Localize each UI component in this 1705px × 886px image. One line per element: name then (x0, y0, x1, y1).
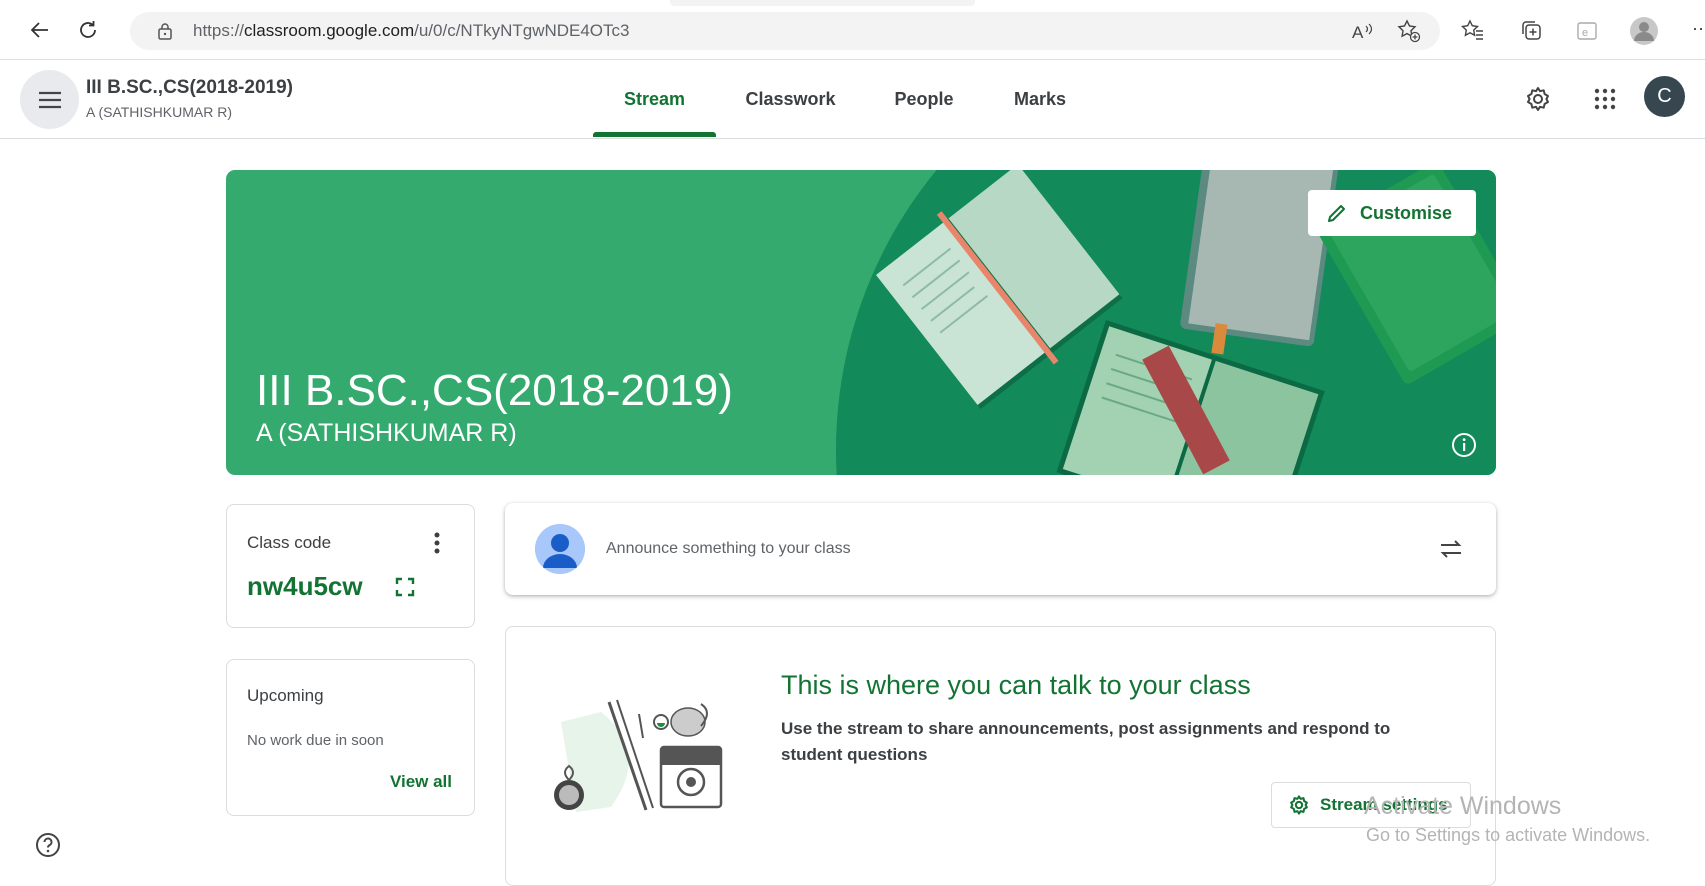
stream-intro-title: This is where you can talk to your class (781, 670, 1251, 700)
activate-windows-title: Activate Windows (1364, 792, 1562, 820)
upcoming-card: Upcoming No work due in soon View all (226, 659, 475, 816)
settings-more-icon[interactable]: ··· (1692, 18, 1705, 39)
back-icon[interactable] (26, 16, 54, 44)
upcoming-note: No work due in soon (247, 732, 384, 749)
stream-intro-description: Use the stream to share announcements, p… (781, 719, 1391, 764)
announce-placeholder[interactable]: Announce something to your class (606, 540, 851, 558)
profile-icon[interactable] (1629, 16, 1659, 46)
info-icon[interactable] (1451, 432, 1477, 458)
class-banner: III B.SC.,CS(2018-2019) A (SATHISHKUMAR … (226, 170, 1496, 475)
tab-people[interactable]: People (880, 60, 968, 139)
add-favorite-icon[interactable] (1396, 18, 1422, 44)
customise-label: Customise (1360, 202, 1453, 223)
active-tab-indicator (593, 132, 716, 137)
class-section: A (SATHISHKUMAR R) (86, 104, 232, 120)
gear-icon (1290, 795, 1308, 815)
view-all-link[interactable]: View all (390, 772, 452, 792)
fullscreen-icon[interactable] (395, 577, 415, 597)
svg-text:e: e (1582, 27, 1588, 39)
help-icon[interactable] (35, 832, 61, 858)
class-code-value: nw4u5cw (247, 571, 363, 601)
favorites-icon[interactable] (1460, 18, 1486, 44)
read-aloud-icon[interactable]: A (1350, 18, 1376, 44)
account-avatar[interactable]: C (1644, 76, 1685, 117)
main-menu-button[interactable] (20, 70, 79, 129)
tab-marks[interactable]: Marks (999, 60, 1081, 139)
more-vert-icon[interactable] (433, 531, 441, 555)
class-code-label: Class code (247, 533, 332, 552)
url-text[interactable]: https://classroom.google.com/u/0/c/NTkyN… (193, 21, 630, 41)
hamburger-icon (38, 91, 61, 108)
repost-icon[interactable] (1438, 536, 1464, 562)
stream-intro-card: This is where you can talk to your class… (505, 626, 1496, 886)
tab-strip-fragment (670, 0, 975, 6)
activate-windows-subtitle: Go to Settings to activate Windows. (1366, 825, 1651, 845)
class-code-card: Class code nw4u5cw (226, 504, 475, 628)
stream-illustration (554, 699, 723, 812)
customise-button[interactable]: Customise (1308, 190, 1476, 236)
google-apps-icon[interactable] (1590, 84, 1620, 114)
pencil-icon (1328, 205, 1345, 222)
browser-essentials-icon[interactable]: e (1574, 18, 1600, 44)
gear-icon[interactable] (1523, 84, 1553, 114)
lock-icon[interactable] (152, 18, 178, 44)
user-avatar (535, 524, 585, 574)
announce-box[interactable]: Announce something to your class (505, 503, 1496, 595)
collections-icon[interactable] (1519, 18, 1545, 44)
svg-text:A: A (1352, 23, 1364, 42)
refresh-icon[interactable] (74, 16, 102, 44)
banner-class-title: III B.SC.,CS(2018-2019) (256, 366, 733, 415)
class-title[interactable]: III B.SC.,CS(2018-2019) (86, 77, 293, 99)
upcoming-label: Upcoming (247, 686, 324, 705)
banner-class-section: A (SATHISHKUMAR R) (256, 419, 517, 447)
tab-stream[interactable]: Stream (593, 60, 716, 139)
tab-classwork[interactable]: Classwork (733, 60, 848, 139)
browser-toolbar: https://classroom.google.com/u/0/c/NTkyN… (0, 0, 1705, 60)
classroom-header: III B.SC.,CS(2018-2019) A (SATHISHKUMAR … (0, 60, 1705, 139)
